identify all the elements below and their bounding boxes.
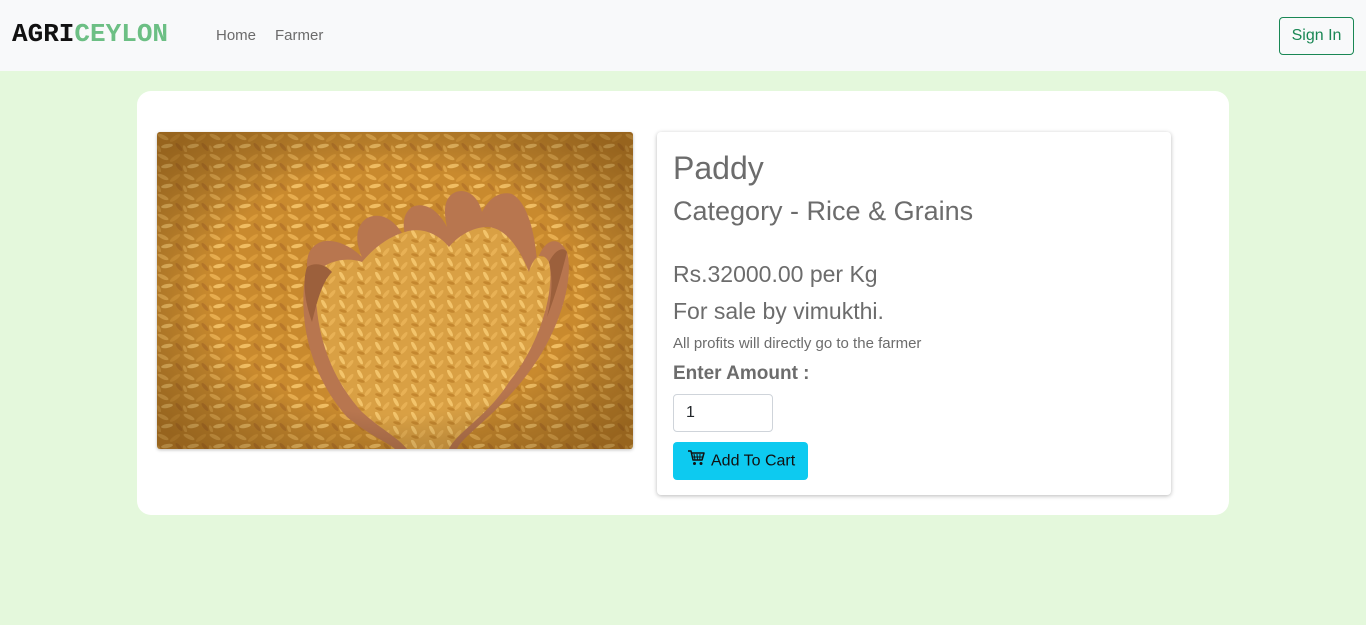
navbar: AGRICEYLON Home Farmer Sign In <box>0 0 1366 71</box>
product-category: Category - Rice & Grains <box>673 196 974 226</box>
brand-text-agri: AGRI <box>12 19 75 49</box>
product-name: Paddy <box>673 150 764 186</box>
cart-icon <box>687 449 705 471</box>
product-card: Paddy Category - Rice & Grains Rs.32000.… <box>137 91 1229 515</box>
paddy-image-graphic <box>157 132 633 449</box>
product-seller: For sale by vimukthi. <box>673 298 884 324</box>
product-image <box>157 132 633 449</box>
product-info-card: Paddy Category - Rice & Grains Rs.32000.… <box>657 132 1171 495</box>
sign-in-button[interactable]: Sign In <box>1279 17 1354 55</box>
profit-note: All profits will directly go to the farm… <box>673 335 922 352</box>
brand-text-ceylon: CEYLON <box>74 19 169 49</box>
brand-logo[interactable]: AGRICEYLON <box>12 19 168 49</box>
product-price: Rs.32000.00 per Kg <box>673 261 878 287</box>
add-to-cart-label: Add To Cart <box>711 452 796 469</box>
nav-link-home[interactable]: Home <box>216 27 256 45</box>
add-to-cart-button[interactable]: Add To Cart <box>673 442 808 480</box>
amount-input[interactable] <box>673 394 773 432</box>
amount-label: Enter Amount : <box>673 363 810 384</box>
nav-link-farmer[interactable]: Farmer <box>275 27 323 45</box>
